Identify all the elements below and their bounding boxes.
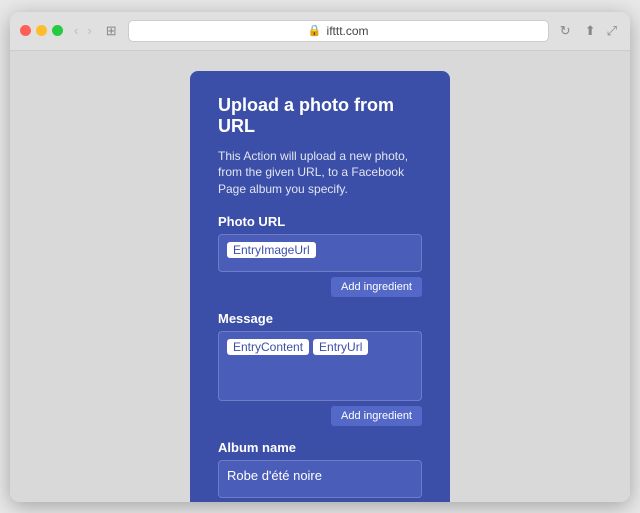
message-field-group: Message EntryContent EntryUrl Add ingred… xyxy=(218,311,422,426)
photo-url-add-ingredient-button[interactable]: Add ingredient xyxy=(331,277,422,297)
window-icon-button[interactable]: ⊞ xyxy=(103,23,120,39)
card-description: This Action will upload a new photo, fro… xyxy=(218,148,422,198)
album-name-value: Robe d'été noire xyxy=(227,468,322,483)
address-bar[interactable]: 🔒 ifttt.com xyxy=(128,20,549,42)
entry-url-tag[interactable]: EntryUrl xyxy=(313,339,368,355)
message-input[interactable]: EntryContent EntryUrl xyxy=(218,331,422,401)
album-name-input[interactable]: Robe d'été noire xyxy=(218,460,422,498)
entry-content-tag[interactable]: EntryContent xyxy=(227,339,309,355)
photo-url-input[interactable]: EntryImageUrl xyxy=(218,234,422,272)
lock-icon: 🔒 xyxy=(308,24,322,37)
address-text: ifttt.com xyxy=(327,24,369,38)
maximize-button[interactable] xyxy=(52,25,63,36)
card-title: Upload a photo from URL xyxy=(218,95,422,138)
back-button[interactable]: ‹ xyxy=(71,24,81,37)
minimize-button[interactable] xyxy=(36,25,47,36)
share-button[interactable]: ⬆ xyxy=(582,23,599,39)
action-card: Upload a photo from URL This Action will… xyxy=(190,71,450,502)
nav-buttons: ‹ › xyxy=(71,24,95,37)
expand-button[interactable]: ⤢ xyxy=(604,23,620,39)
traffic-lights xyxy=(20,25,63,36)
close-button[interactable] xyxy=(20,25,31,36)
toolbar-right: ⬆ ⤢ xyxy=(582,23,620,39)
photo-url-field-group: Photo URL EntryImageUrl Add ingredient xyxy=(218,214,422,297)
message-add-ingredient-row: Add ingredient xyxy=(218,406,422,426)
album-name-field-group: Album name Robe d'été noire Leave blank … xyxy=(218,440,422,501)
entry-image-url-tag[interactable]: EntryImageUrl xyxy=(227,242,316,258)
message-add-ingredient-button[interactable]: Add ingredient xyxy=(331,406,422,426)
photo-url-label: Photo URL xyxy=(218,214,422,229)
browser-chrome: ‹ › ⊞ 🔒 ifttt.com ↻ ⬆ ⤢ xyxy=(10,12,630,51)
forward-button[interactable]: › xyxy=(84,24,94,37)
browser-content: Upload a photo from URL This Action will… xyxy=(10,51,630,502)
photo-url-add-ingredient-row: Add ingredient xyxy=(218,277,422,297)
browser-window: ‹ › ⊞ 🔒 ifttt.com ↻ ⬆ ⤢ Upload a photo f… xyxy=(10,12,630,502)
album-name-label: Album name xyxy=(218,440,422,455)
message-label: Message xyxy=(218,311,422,326)
refresh-button[interactable]: ↻ xyxy=(557,23,574,39)
